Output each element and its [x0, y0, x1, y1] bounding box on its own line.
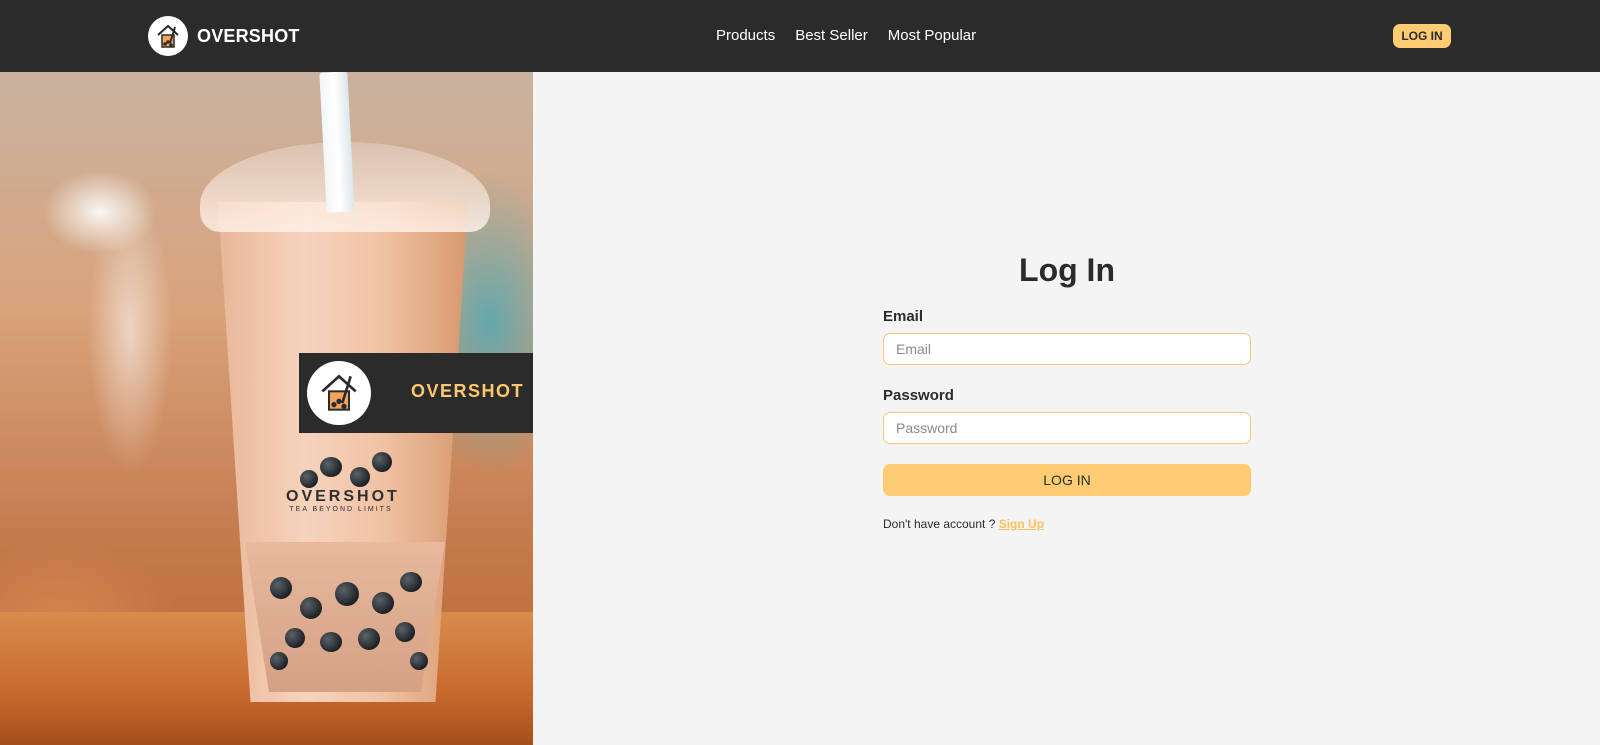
pearl — [270, 652, 288, 670]
cup-print-tagline: TEA BEYOND LIMITS — [289, 506, 393, 513]
nav-link-products[interactable]: Products — [716, 26, 775, 46]
brand-banner: OVERSHOT — [299, 353, 533, 433]
cup-print-word: OVERSHOT — [286, 488, 400, 505]
brand-name: OVERSHOT — [197, 25, 300, 46]
main-nav: Products Best Seller Most Popular — [716, 26, 976, 46]
pearl — [300, 470, 318, 488]
pearl — [350, 467, 370, 487]
signup-row: Don't have account ? Sign Up — [883, 517, 1251, 531]
cup-print-logo: OVERSHOT TEA BEYOND LIMITS — [286, 488, 400, 513]
login-submit-button[interactable]: LOG IN — [883, 464, 1251, 496]
password-label: Password — [883, 387, 954, 404]
top-navbar: OVERSHOT Products Best Seller Most Popul… — [0, 0, 1600, 72]
pearl — [285, 628, 305, 648]
pearl — [372, 592, 394, 614]
pearl — [300, 597, 322, 619]
pearl — [395, 622, 415, 642]
nav-link-most-popular[interactable]: Most Popular — [888, 26, 976, 46]
email-label: Email — [883, 308, 924, 325]
pearl — [410, 652, 428, 670]
header-login-button[interactable]: LOG IN — [1393, 24, 1451, 48]
pearl — [358, 628, 380, 650]
email-field[interactable] — [883, 333, 1251, 365]
pearl — [270, 577, 292, 599]
password-field[interactable] — [883, 412, 1251, 444]
banner-brand-name: OVERSHOT — [411, 381, 525, 401]
pearl — [335, 582, 359, 606]
login-form: Log In Email Password LOG IN Don't have … — [883, 250, 1251, 531]
cup-bottom — [245, 542, 445, 692]
pearl — [320, 457, 342, 477]
page-title: Log In — [1019, 252, 1115, 288]
hero-bubble-tea-image: OVERSHOT TEA BEYOND LIMITS OVERSHOT — [0, 72, 533, 745]
banner-logo-icon — [307, 361, 371, 425]
straw — [319, 72, 355, 213]
nav-link-best-seller[interactable]: Best Seller — [795, 26, 868, 46]
pearl — [320, 632, 342, 652]
signup-prompt: Don't have account ? — [883, 517, 996, 531]
pearl — [400, 572, 422, 592]
signup-link[interactable]: Sign Up — [999, 517, 1044, 531]
brand-logo-icon — [148, 16, 188, 56]
pearl — [372, 452, 392, 472]
brand[interactable]: OVERSHOT — [148, 16, 300, 56]
